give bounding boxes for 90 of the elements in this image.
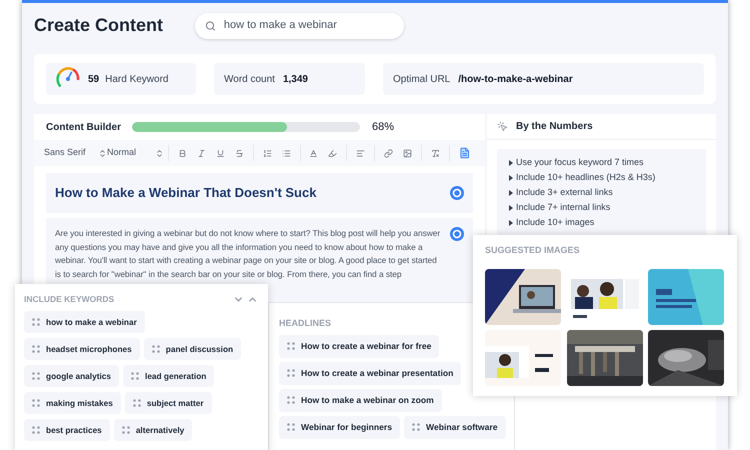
keyword-chip[interactable]: lead generation [123, 364, 214, 387]
tip-text: Use your focus keyword 7 times [516, 156, 644, 169]
pointer-icon [497, 121, 508, 132]
page-title: Create Content [34, 14, 164, 37]
keyword-chip[interactable]: Webinar software [404, 416, 506, 438]
size-select[interactable]: Normal [107, 146, 164, 160]
article-paragraph: Are you interested in giving a webinar but do not know where to start? This blog post will help you answer any questions you may have and give you all the information you need to know about how to make a webinar. You'll want to start with creating a webinar page on your site or blog. A good place to get started is to search for "webinar" in the search bar on your site or blog. From there, you can find a step [55, 227, 442, 281]
keyword-chip[interactable]: panel discussion [144, 338, 242, 360]
panel-title: By the Numbers [516, 120, 593, 134]
bullet-icon [509, 174, 513, 180]
drag-handle-icon[interactable] [152, 344, 160, 353]
chip-label: lead generation [145, 370, 206, 382]
text-color-icon[interactable] [309, 148, 318, 158]
word-count-value: 1,349 [282, 72, 308, 86]
chip-label: google analytics [46, 370, 112, 382]
chip-label: headset microphones [46, 342, 132, 355]
progress-reading: 68% [372, 120, 394, 135]
font-select[interactable]: Sans Serif [44, 146, 107, 160]
document-icon[interactable] [458, 146, 470, 160]
section-title: SUGGESTED IMAGES [485, 244, 581, 257]
tip-text: Include 10+ images [516, 216, 594, 229]
url-value: /how-to-make-a-webinar [458, 72, 573, 86]
chip-label: alternatively [136, 424, 184, 436]
drag-handle-icon[interactable] [32, 426, 40, 434]
drag-handle-icon[interactable] [122, 426, 130, 434]
highlight-icon[interactable] [328, 148, 338, 158]
bold-icon[interactable] [178, 148, 187, 158]
keyword-chip[interactable]: headset microphones [24, 338, 140, 360]
strike-icon[interactable] [234, 148, 244, 158]
section-title: HEADLINES [279, 317, 332, 330]
link-icon[interactable] [384, 148, 393, 158]
image-icon[interactable] [402, 148, 412, 158]
clear-format-icon[interactable] [430, 148, 440, 158]
grammar-icon[interactable] [450, 186, 464, 200]
chip-label: How to create a webinar for free [301, 340, 432, 352]
chip-label: subject matter [146, 396, 204, 409]
search-field[interactable]: how to make a webinar [195, 12, 404, 38]
chip-label: How to create a webinar presentation [301, 366, 454, 380]
underline-icon[interactable] [216, 148, 225, 158]
difficulty-label: Hard Keyword [105, 72, 168, 86]
bullet-icon [509, 160, 513, 166]
grammar-icon[interactable] [450, 227, 464, 241]
drag-handle-icon[interactable] [32, 372, 40, 380]
align-icon[interactable] [356, 148, 366, 158]
word-count-label: Word count [224, 72, 275, 86]
tip-text: Include 7+ internal links [516, 201, 610, 214]
chip-label: making mistakes [46, 396, 113, 409]
bullet-icon [509, 204, 513, 210]
search-input[interactable]: how to make a webinar [224, 17, 394, 34]
tip-text: Include 3+ external links [516, 186, 613, 199]
chip-label: How to make a webinar on zoom [301, 394, 434, 406]
chip-label: best practices [46, 424, 102, 436]
drag-handle-icon[interactable] [132, 398, 141, 407]
bullet-icon [509, 190, 513, 196]
bullet-list-icon[interactable] [282, 148, 291, 158]
keyword-chip[interactable]: how to make a webinar [24, 310, 145, 333]
drag-handle-icon[interactable] [287, 342, 295, 350]
tip-text: Include 10+ headlines (H2s & H3s) [516, 171, 656, 184]
keyword-chip[interactable]: making mistakes [24, 392, 121, 414]
keyword-chip[interactable]: subject matter [124, 392, 212, 414]
article-heading: How to Make a Webinar That Doesn't Suck [55, 184, 316, 202]
keyword-chip[interactable]: How to make a webinar on zoom [279, 388, 442, 412]
ordered-list-icon[interactable] [262, 148, 272, 158]
chip-label: Webinar software [426, 420, 498, 434]
keyword-chip[interactable]: google analytics [24, 364, 120, 387]
drag-handle-icon[interactable] [287, 396, 295, 404]
drag-handle-icon[interactable] [32, 318, 40, 326]
search-icon [205, 20, 216, 32]
chip-label: panel discussion [166, 342, 234, 355]
keyword-chip[interactable]: How to create a webinar presentation [279, 362, 462, 384]
chip-label: Webinar for beginners [301, 420, 392, 434]
keyword-chip[interactable]: alternatively [114, 418, 192, 441]
drag-handle-icon[interactable] [287, 423, 295, 431]
panel-title: Content Builder [46, 120, 122, 134]
select-arrows-icon [98, 148, 107, 158]
keyword-chip[interactable]: best practices [24, 418, 110, 441]
select-arrows-icon [155, 148, 164, 158]
keyword-chip[interactable]: How to create a webinar for free [279, 334, 440, 358]
drag-handle-icon[interactable] [412, 423, 420, 431]
italic-icon[interactable] [196, 148, 206, 158]
drag-handle-icon[interactable] [32, 398, 40, 407]
drag-handle-icon[interactable] [131, 372, 140, 380]
drag-handle-icon[interactable] [287, 369, 295, 377]
difficulty-score: 59 [88, 72, 100, 86]
section-title: INCLUDE KEYWORDS [24, 293, 114, 306]
bullet-icon [509, 220, 513, 226]
keyword-chip[interactable]: Webinar for beginners [279, 416, 400, 438]
url-label: Optimal URL [393, 72, 450, 86]
chip-label: how to make a webinar [46, 316, 137, 328]
drag-handle-icon[interactable] [32, 344, 40, 353]
